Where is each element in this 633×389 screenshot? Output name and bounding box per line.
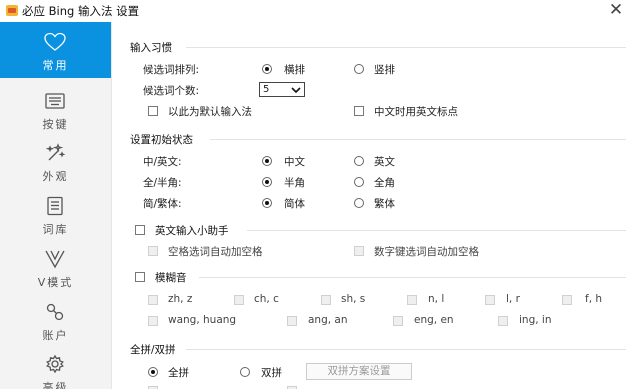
sidebar-item-appearance[interactable]: 外观: [0, 133, 111, 189]
candidate-count-label: 候选词个数:: [143, 85, 200, 97]
fuzzy-eng-en-checkbox[interactable]: [393, 316, 403, 326]
fuzzy-wang-huang-checkbox[interactable]: [148, 316, 158, 326]
traditional-label: 繁体: [374, 198, 395, 210]
space-autospace-checkbox[interactable]: [148, 246, 158, 256]
window-title: 必应 Bing 输入法 设置: [22, 4, 140, 18]
keyboard-icon: [43, 91, 67, 111]
sidebar-item-v-mode[interactable]: V模式: [0, 239, 111, 295]
candidate-count-select[interactable]: 5: [259, 82, 305, 97]
full-pinyin-radio[interactable]: [148, 367, 158, 377]
section-input-habits: 输入习惯: [130, 40, 626, 55]
full-width-label: 全角: [374, 177, 395, 189]
fuzzy-eng-en-label: eng, en: [414, 314, 454, 326]
section-fuzzy: 模糊音: [155, 270, 626, 285]
sidebar-item-keys[interactable]: 按键: [0, 81, 111, 137]
candidate-count-value: 5: [263, 84, 270, 95]
fuzzy-l-r-checkbox[interactable]: [485, 295, 495, 305]
sidebar-item-common[interactable]: 常用: [0, 22, 111, 78]
double-pinyin-radio[interactable]: [240, 367, 250, 377]
vertical-label: 竖排: [374, 64, 395, 76]
fuzzy-checkbox[interactable]: [135, 272, 145, 282]
section-title: 模糊音: [155, 272, 187, 284]
sidebar-item-advanced[interactable]: 高级: [0, 344, 111, 389]
sidebar: 常用 按键 外观 词库 V模式 账户 高级: [0, 22, 112, 389]
sidebar-item-label: 外观: [42, 170, 69, 183]
title-bar: 必应 Bing 输入法 设置 ✕: [0, 0, 633, 22]
full-width-radio[interactable]: [354, 177, 364, 187]
fuzzy-zh-z-checkbox[interactable]: [148, 295, 158, 305]
fuzzy-zh-z-label: zh, z: [168, 293, 193, 305]
sidebar-item-label: V模式: [37, 276, 74, 289]
simplified-label: 简体: [284, 198, 305, 210]
english-label: 英文: [374, 156, 395, 168]
sidebar-item-dictionary[interactable]: 词库: [0, 186, 111, 242]
section-title: 全拼/双拼: [130, 344, 176, 356]
heart-icon: [43, 32, 67, 52]
traditional-radio[interactable]: [354, 198, 364, 208]
section-pinyin-mode: 全拼/双拼: [130, 342, 626, 357]
sidebar-item-label: 账户: [42, 329, 69, 342]
section-initial-state: 设置初始状态: [130, 132, 626, 147]
sidebar-item-label: 词库: [42, 223, 69, 236]
gear-icon: [43, 354, 67, 374]
v-mode-icon: [43, 249, 67, 269]
full-pinyin-label: 全拼: [168, 367, 189, 379]
horizontal-radio[interactable]: [262, 64, 272, 74]
state-label-script: 简/繁体:: [143, 198, 182, 210]
vertical-radio[interactable]: [354, 64, 364, 74]
fuzzy-ang-an-label: ang, an: [308, 314, 348, 326]
fuzzy-f-h-checkbox[interactable]: [562, 295, 572, 305]
horizontal-label: 横排: [284, 64, 305, 76]
chinese-radio[interactable]: [262, 156, 272, 166]
fuzzy-ch-c-label: ch, c: [254, 293, 279, 305]
candidate-order-label: 候选词排列:: [143, 64, 200, 76]
sidebar-item-account[interactable]: 账户: [0, 292, 111, 348]
section-english-helper: 英文输入小助手: [155, 223, 626, 238]
fuzzy-sh-s-label: sh, s: [341, 293, 366, 305]
sidebar-item-label: 按键: [42, 118, 69, 131]
section-title: 输入习惯: [130, 42, 172, 54]
account-icon: [43, 302, 67, 322]
fuzzy-ch-c-checkbox[interactable]: [234, 295, 244, 305]
double-pinyin-label: 双拼: [261, 367, 282, 379]
sidebar-item-label: 常用: [42, 59, 69, 72]
half-width-radio[interactable]: [262, 177, 272, 187]
english-radio[interactable]: [354, 156, 364, 166]
document-icon: [43, 196, 67, 216]
default-ime-checkbox[interactable]: [148, 106, 158, 116]
state-label-lang: 中/英文:: [143, 156, 182, 168]
fuzzy-sh-s-checkbox[interactable]: [321, 295, 331, 305]
fuzzy-l-r-label: l, r: [506, 293, 520, 305]
default-ime-label: 以此为默认输入法: [168, 106, 252, 118]
chevron-down-icon: [291, 86, 301, 94]
sidebar-item-label: 高级: [42, 381, 69, 389]
fuzzy-wang-huang-label: wang, huang: [168, 314, 237, 326]
section-title: 英文输入小助手: [155, 225, 229, 237]
fuzzy-n-l-label: n, l: [428, 293, 445, 305]
state-label-width: 全/半角:: [143, 177, 182, 189]
magic-wand-icon: [43, 143, 67, 163]
fuzzy-n-l-checkbox[interactable]: [407, 295, 417, 305]
english-punct-label: 中文时用英文标点: [374, 106, 458, 118]
fuzzy-ing-in-checkbox[interactable]: [498, 316, 508, 326]
space-autospace-label: 空格选词自动加空格: [168, 246, 263, 258]
fuzzy-ang-an-checkbox[interactable]: [287, 316, 297, 326]
chinese-label: 中文: [284, 156, 305, 168]
half-width-label: 半角: [284, 177, 305, 189]
section-title: 设置初始状态: [130, 134, 193, 146]
english-punct-checkbox[interactable]: [354, 106, 364, 116]
fuzzy-f-h-label: f, h: [585, 293, 603, 305]
fuzzy-ing-in-label: ing, in: [519, 314, 552, 326]
simplified-radio[interactable]: [262, 198, 272, 208]
close-button[interactable]: ✕: [608, 0, 624, 20]
number-autospace-checkbox[interactable]: [354, 246, 364, 256]
app-logo-icon: [6, 5, 18, 16]
double-pinyin-scheme-button[interactable]: 双拼方案设置: [306, 363, 412, 380]
settings-panel: 输入习惯 候选词排列: 横排 竖排 候选词个数: 5 以此为默认输入法 中文时用…: [112, 22, 633, 389]
number-autospace-label: 数字键选词自动加空格: [374, 246, 479, 258]
english-helper-checkbox[interactable]: [135, 225, 145, 235]
